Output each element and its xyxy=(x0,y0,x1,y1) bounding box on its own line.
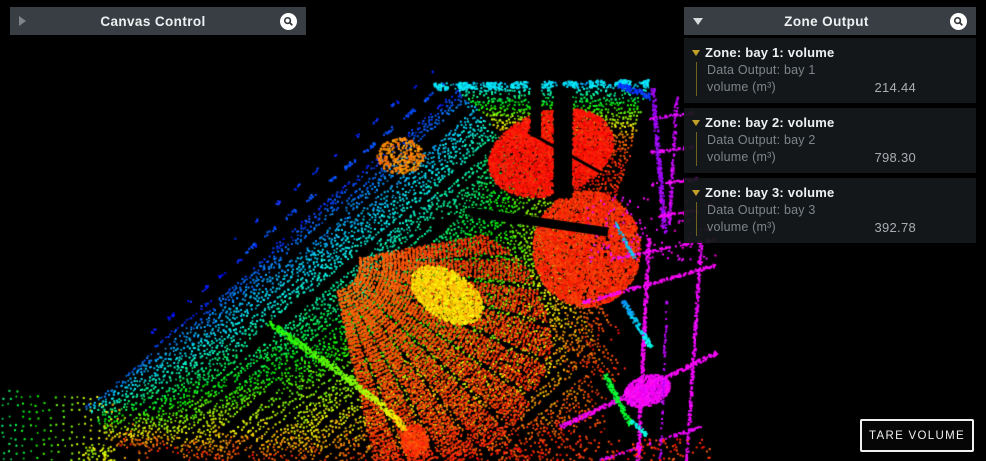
zone-title-row[interactable]: Zone: bay 3: volume xyxy=(692,184,968,202)
zone-body: Data Output: bay 3 volume (m³) 392.78 xyxy=(696,202,968,236)
zone-volume-row: volume (m³) 798.30 xyxy=(707,149,968,166)
tare-volume-button[interactable]: TARE VOLUME xyxy=(860,419,974,452)
zone-volume-value: 392.78 xyxy=(874,219,916,236)
zone-collapse-icon[interactable] xyxy=(692,120,700,126)
zone-output-title: Zone Output xyxy=(703,14,950,29)
zone-data-output-row: Data Output: bay 1 xyxy=(707,62,968,79)
zone-volume-label: volume (m³) xyxy=(707,79,776,96)
zone-body: Data Output: bay 1 volume (m³) 214.44 xyxy=(696,62,968,96)
zone-title: Zone: bay 1: volume xyxy=(705,44,835,62)
app-window: Canvas Control Zone Output xyxy=(0,0,986,461)
zone-card-bay-1: Zone: bay 1: volume Data Output: bay 1 v… xyxy=(684,38,976,103)
magnifier-glyph xyxy=(953,16,964,27)
zone-volume-value: 214.44 xyxy=(874,79,916,96)
zone-title-row[interactable]: Zone: bay 2: volume xyxy=(692,114,968,132)
magnifier-glyph xyxy=(283,16,294,27)
zone-collapse-icon[interactable] xyxy=(692,50,700,56)
zone-output-zoom-icon[interactable] xyxy=(950,13,967,30)
zone-data-output-label: Data Output: bay 3 xyxy=(707,202,816,219)
zone-volume-value: 798.30 xyxy=(874,149,916,166)
zone-volume-row: volume (m³) 392.78 xyxy=(707,219,968,236)
zone-card-bay-3: Zone: bay 3: volume Data Output: bay 3 v… xyxy=(684,178,976,243)
zone-title: Zone: bay 2: volume xyxy=(705,114,835,132)
zone-data-output-label: Data Output: bay 2 xyxy=(707,132,816,149)
zone-title-row[interactable]: Zone: bay 1: volume xyxy=(692,44,968,62)
canvas-control-header[interactable]: Canvas Control xyxy=(10,7,306,35)
zone-card-list: Zone: bay 1: volume Data Output: bay 1 v… xyxy=(684,38,976,243)
canvas-control-panel: Canvas Control xyxy=(10,7,306,35)
zone-volume-row: volume (m³) 214.44 xyxy=(707,79,968,96)
canvas-control-title: Canvas Control xyxy=(26,14,280,29)
zone-data-output-row: Data Output: bay 2 xyxy=(707,132,968,149)
zone-title: Zone: bay 3: volume xyxy=(705,184,835,202)
collapse-down-icon[interactable] xyxy=(693,18,703,25)
zone-collapse-icon[interactable] xyxy=(692,190,700,196)
zone-output-panel: Zone Output Zone: bay 1: volume Data Out… xyxy=(684,7,976,243)
zone-data-output-row: Data Output: bay 3 xyxy=(707,202,968,219)
zone-data-output-label: Data Output: bay 1 xyxy=(707,62,816,79)
canvas-control-zoom-icon[interactable] xyxy=(280,13,297,30)
zone-volume-label: volume (m³) xyxy=(707,149,776,166)
zone-card-bay-2: Zone: bay 2: volume Data Output: bay 2 v… xyxy=(684,108,976,173)
zone-volume-label: volume (m³) xyxy=(707,219,776,236)
zone-body: Data Output: bay 2 volume (m³) 798.30 xyxy=(696,132,968,166)
zone-output-header[interactable]: Zone Output xyxy=(684,7,976,35)
expand-right-icon[interactable] xyxy=(19,16,26,26)
